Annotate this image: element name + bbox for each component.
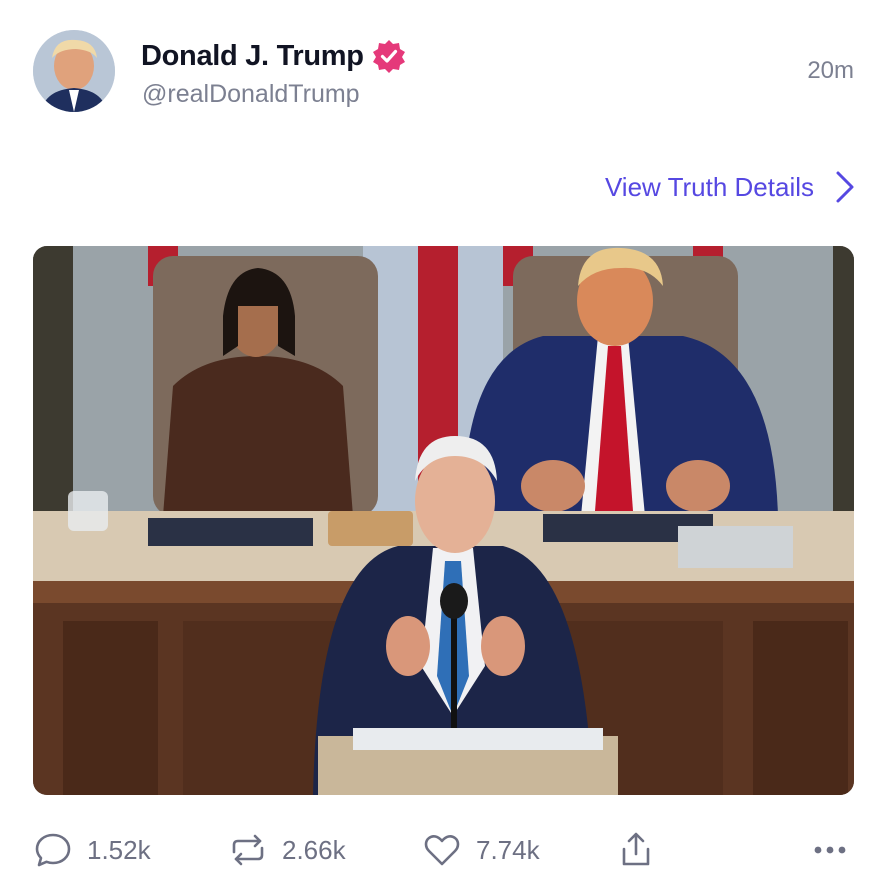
verified-badge-icon	[372, 39, 406, 73]
details-link-label: View Truth Details	[604, 171, 814, 202]
more-dots-icon	[814, 846, 846, 854]
author-display-name[interactable]: Donald J. Trump	[141, 40, 364, 73]
avatar-image	[33, 30, 115, 112]
share-button[interactable]	[616, 818, 656, 882]
reply-button[interactable]: 1.52k	[33, 818, 151, 882]
share-upload-icon	[622, 832, 650, 866]
photo-illustration	[33, 246, 854, 795]
post-action-bar: 1.52k 2.66k 7.74k	[0, 818, 888, 882]
chevron-right-icon	[836, 171, 854, 203]
retruth-button[interactable]: 2.66k	[228, 818, 346, 882]
like-button[interactable]: 7.74k	[422, 818, 540, 882]
like-count: 7.74k	[476, 834, 540, 865]
post-media-image[interactable]	[33, 246, 854, 795]
author-name-row: Donald J. Trump	[141, 36, 406, 76]
comment-bubble-icon	[35, 833, 71, 867]
reply-count: 1.52k	[87, 834, 151, 865]
more-options-button[interactable]	[810, 818, 850, 882]
repost-arrows-icon	[232, 834, 264, 866]
post-timestamp: 20m	[807, 57, 854, 84]
retruth-count: 2.66k	[282, 834, 346, 865]
author-avatar[interactable]	[33, 30, 115, 112]
view-truth-details-link[interactable]: View Truth Details	[605, 170, 856, 204]
author-handle[interactable]: @realDonaldTrump	[142, 80, 360, 109]
heart-icon	[424, 835, 460, 866]
